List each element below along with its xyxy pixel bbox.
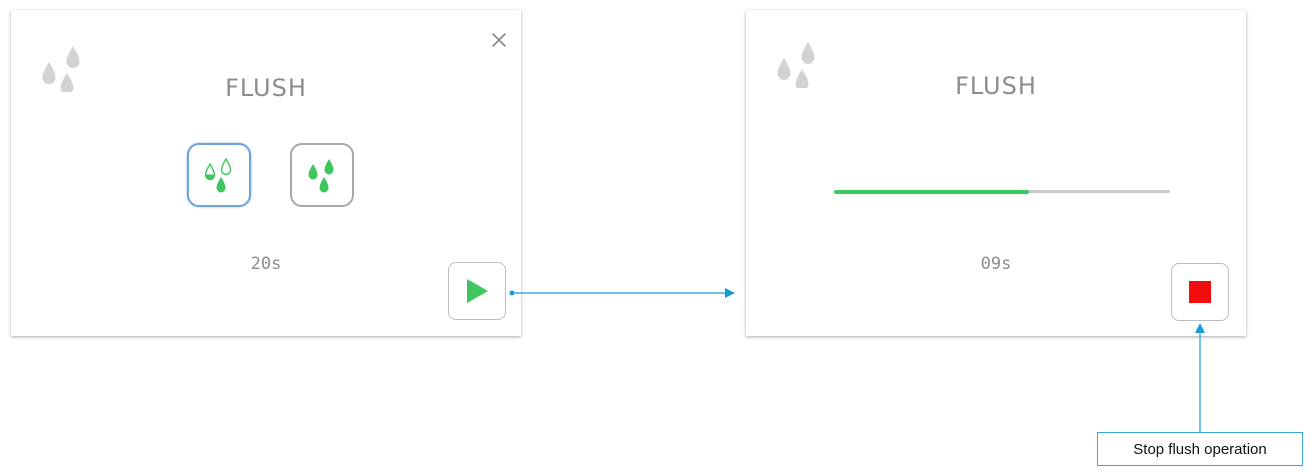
annotation-connectors bbox=[509, 288, 1205, 432]
callout-label: Stop flush operation bbox=[1097, 432, 1303, 466]
